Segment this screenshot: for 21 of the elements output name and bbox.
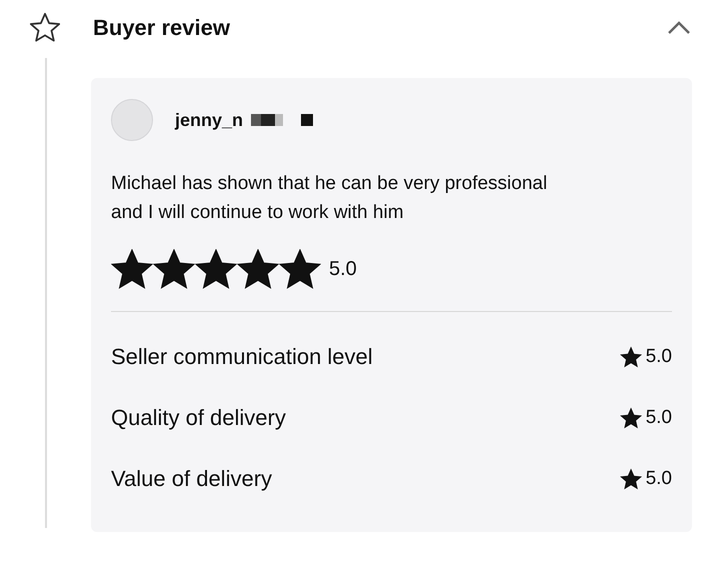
avatar [111,99,153,141]
criterion-label: Quality of delivery [111,404,287,430]
rating-value: 5.0 [646,346,672,368]
username: jenny_n [175,110,244,130]
star-icon [153,249,195,289]
star-icon [279,249,321,289]
star-icon [620,468,642,490]
section-title: Buyer review [93,15,231,41]
star-icon [195,249,237,289]
star-icon [620,406,642,428]
rating-value: 5.0 [329,258,357,280]
review-text: Michael has shown that he can be very professional and I will continue to work with him [111,172,548,225]
star-icon [620,346,642,368]
star-icon [111,249,153,289]
criterion-label: Seller communication level [111,344,374,370]
criterion-label: Value of delivery [111,466,274,492]
rating-value: 5.0 [646,406,672,428]
star-icon [237,249,279,289]
chevron-icon[interactable] [666,20,692,36]
redaction-drawing [251,114,314,126]
rating-value: 5.0 [646,468,672,490]
